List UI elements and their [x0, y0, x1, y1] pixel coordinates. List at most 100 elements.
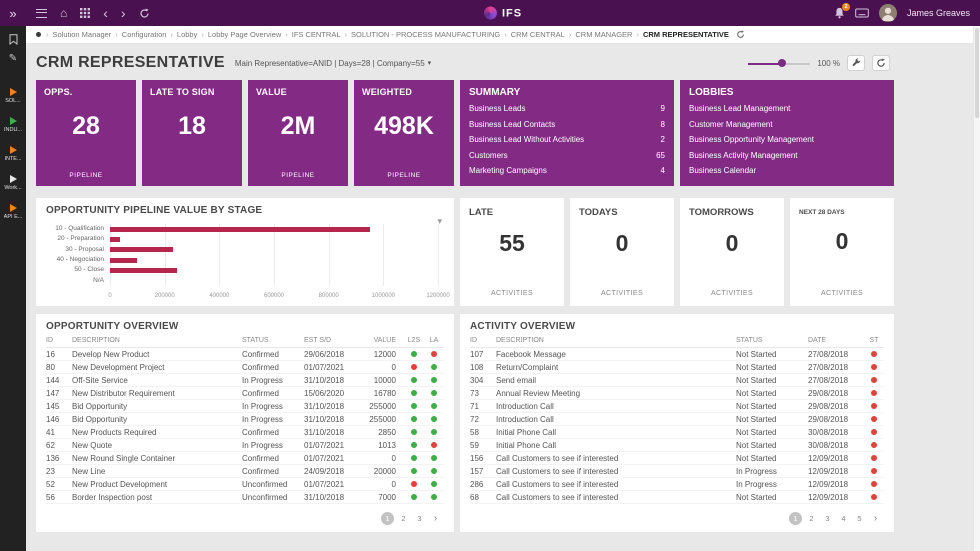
column-header[interactable]: STATUS: [242, 337, 304, 344]
table-row[interactable]: 68Call Customers to see if interestedNot…: [470, 491, 884, 504]
page-button[interactable]: 5: [853, 512, 866, 525]
breadcrumb-item[interactable]: IFS CENTRAL: [292, 30, 341, 39]
apps-grid-button[interactable]: [80, 8, 90, 18]
table-row[interactable]: 146Bid OpportunityIn Progress31/10/20182…: [46, 413, 444, 426]
sidebar-expand-button[interactable]: »: [0, 0, 26, 26]
sidebar-item[interactable]: Work...: [0, 175, 26, 191]
table-row[interactable]: 107Facebook MessageNot Started27/08/2018: [470, 348, 884, 361]
sidebar-item[interactable]: SOL...: [0, 88, 26, 104]
stat-title: NEXT 28 DAYS: [790, 198, 894, 216]
table-row[interactable]: 72Introduction CallNot Started29/08/2018: [470, 413, 884, 426]
breadcrumb-item[interactable]: SOLUTION - PROCESS MANUFACTURING: [351, 30, 500, 39]
breadcrumb-item[interactable]: Configuration: [122, 30, 167, 39]
column-header[interactable]: ID: [470, 337, 496, 344]
lobby-link[interactable]: Business Lead Management: [689, 101, 885, 117]
table-row[interactable]: 56Border Inspection postUnconfirmed31/10…: [46, 491, 444, 504]
table-row[interactable]: 136New Round Single ContainerConfirmed01…: [46, 452, 444, 465]
kpi-tile[interactable]: WEIGHTED498KPIPELINE: [354, 80, 454, 186]
table-row[interactable]: 144Off-Site ServiceIn Progress31/10/2018…: [46, 374, 444, 387]
kpi-tile[interactable]: LATE TO SIGN18: [142, 80, 242, 186]
next-page-button[interactable]: ›: [869, 512, 882, 525]
column-header[interactable]: ST: [864, 337, 884, 344]
column-header[interactable]: LA: [424, 337, 444, 344]
summary-row[interactable]: Business Leads9: [469, 101, 665, 117]
column-header[interactable]: DESCRIPTION: [496, 337, 736, 344]
column-header[interactable]: ID: [46, 337, 72, 344]
breadcrumb-item[interactable]: Lobby Page Overview: [208, 30, 281, 39]
lobby-link[interactable]: Business Calendar: [689, 163, 885, 179]
home-button[interactable]: ⌂: [60, 7, 67, 19]
page-filter-dropdown[interactable]: Main Representative=ANID | Days=28 | Com…: [235, 59, 431, 68]
edit-pencil-icon[interactable]: ✎: [9, 54, 17, 64]
kpi-tile[interactable]: VALUE2MPIPELINE: [248, 80, 348, 186]
lobby-link[interactable]: Business Opportunity Management: [689, 132, 885, 148]
column-header[interactable]: VALUE: [360, 337, 404, 344]
breadcrumb-item[interactable]: CRM CENTRAL: [511, 30, 565, 39]
table-row[interactable]: 145Bid OpportunityIn Progress31/10/20182…: [46, 400, 444, 413]
page-button[interactable]: 2: [397, 512, 410, 525]
table-row[interactable]: 41New Products RequiredConfirmed31/10/20…: [46, 426, 444, 439]
column-header[interactable]: STATUS: [736, 337, 808, 344]
page-button[interactable]: 1: [789, 512, 802, 525]
slider-thumb[interactable]: [778, 59, 786, 67]
breadcrumb-refresh-button[interactable]: [736, 30, 745, 39]
activity-stat-tile[interactable]: NEXT 28 DAYS0ACTIVITIES: [790, 198, 894, 306]
table-row[interactable]: 62New QuoteIn Progress01/07/20211013: [46, 439, 444, 452]
breadcrumb-item[interactable]: CRM MANAGER: [575, 30, 632, 39]
table-row[interactable]: 58Initial Phone CallNot Started30/08/201…: [470, 426, 884, 439]
table-row[interactable]: 157Call Customers to see if interestedIn…: [470, 465, 884, 478]
table-row[interactable]: 16Develop New ProductConfirmed29/06/2018…: [46, 348, 444, 361]
table-row[interactable]: 304Send emailNot Started27/08/2018: [470, 374, 884, 387]
summary-row[interactable]: Business Lead Contacts8: [469, 117, 665, 133]
table-row[interactable]: 286Call Customers to see if interestedIn…: [470, 478, 884, 491]
table-row[interactable]: 23New LineConfirmed24/09/201820000: [46, 465, 444, 478]
summary-row[interactable]: Marketing Campaigns4: [469, 163, 665, 179]
table-row[interactable]: 147New Distributor RequirementConfirmed1…: [46, 387, 444, 400]
summary-row[interactable]: Business Lead Without Activities2: [469, 132, 665, 148]
table-row[interactable]: 156Call Customers to see if interestedNo…: [470, 452, 884, 465]
sidebar-item[interactable]: INTE...: [0, 146, 26, 162]
sidebar-item[interactable]: INDU...: [0, 117, 26, 133]
page-button[interactable]: 3: [821, 512, 834, 525]
keyboard-shortcuts-button[interactable]: [855, 8, 869, 18]
breadcrumb-item[interactable]: CRM REPRESENTATIVE: [643, 30, 729, 39]
page-button[interactable]: 2: [805, 512, 818, 525]
next-page-button[interactable]: ›: [429, 512, 442, 525]
table-row[interactable]: 59Initial Phone CallNot Started30/08/201…: [470, 439, 884, 452]
back-button[interactable]: ‹: [103, 6, 108, 20]
activity-stat-tile[interactable]: TODAYS0ACTIVITIES: [570, 198, 674, 306]
settings-wrench-button[interactable]: [847, 55, 865, 71]
kpi-tile[interactable]: OPPS.28PIPELINE: [36, 80, 136, 186]
column-header[interactable]: EST S/D: [304, 337, 360, 344]
sidebar-item[interactable]: API E...: [0, 204, 26, 220]
forward-button[interactable]: ›: [121, 6, 126, 20]
lobby-link[interactable]: Business Activity Management: [689, 148, 885, 164]
activity-stat-tile[interactable]: TOMORROWS0ACTIVITIES: [680, 198, 784, 306]
vertical-scrollbar[interactable]: [973, 26, 980, 551]
zoom-slider[interactable]: [748, 58, 810, 68]
notifications-button[interactable]: 2: [834, 7, 845, 19]
breadcrumb-item[interactable]: Solution Manager: [53, 30, 112, 39]
bookmark-icon[interactable]: [9, 34, 18, 45]
menu-button[interactable]: [36, 9, 47, 18]
column-header[interactable]: DATE: [808, 337, 864, 344]
scrollbar-thumb[interactable]: [975, 28, 979, 118]
page-button[interactable]: 3: [413, 512, 426, 525]
lobby-link[interactable]: Customer Management: [689, 117, 885, 133]
table-row[interactable]: 80New Development ProjectConfirmed01/07/…: [46, 361, 444, 374]
page-button[interactable]: 4: [837, 512, 850, 525]
table-row[interactable]: 52New Product DevelopmentUnconfirmed01/0…: [46, 478, 444, 491]
page-button[interactable]: 1: [381, 512, 394, 525]
header-refresh-button[interactable]: [872, 55, 890, 71]
user-name[interactable]: James Greaves: [907, 8, 970, 18]
summary-row[interactable]: Customers65: [469, 148, 665, 164]
column-header[interactable]: L2S: [404, 337, 424, 344]
activity-stat-tile[interactable]: LATE55ACTIVITIES: [460, 198, 564, 306]
breadcrumb-item[interactable]: Lobby: [177, 30, 197, 39]
refresh-button[interactable]: [139, 8, 150, 19]
table-row[interactable]: 73Annual Review MeetingNot Started29/08/…: [470, 387, 884, 400]
column-header[interactable]: DESCRIPTION: [72, 337, 242, 344]
table-row[interactable]: 71Introduction CallNot Started29/08/2018: [470, 400, 884, 413]
avatar[interactable]: [879, 4, 897, 22]
table-row[interactable]: 108Return/ComplaintNot Started27/08/2018: [470, 361, 884, 374]
